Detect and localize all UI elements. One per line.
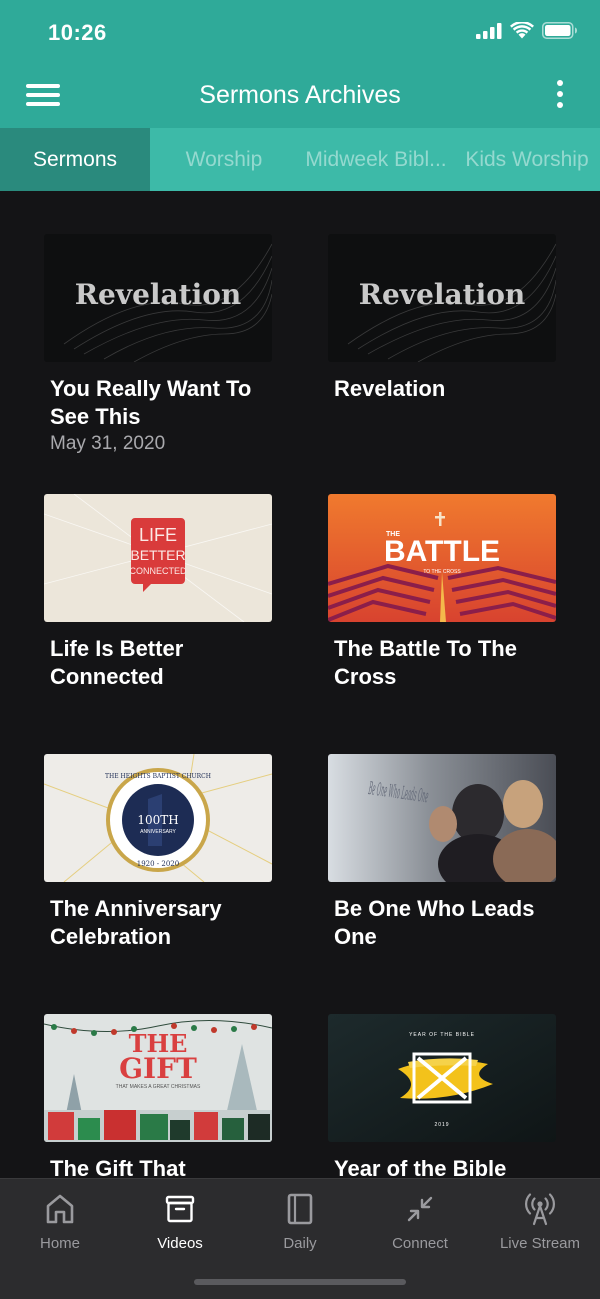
sermon-thumbnail[interactable]: THE HEIGHTS BAPTIST CHURCH 100TH ANNIVER… <box>44 754 272 882</box>
nav-label: Home <box>39 1235 80 1252</box>
nav-videos[interactable]: Videos <box>120 1191 240 1252</box>
nav-label: Live Stream <box>499 1235 581 1252</box>
title-bar: Sermons Archives <box>0 66 600 128</box>
connect-icon <box>407 1196 433 1222</box>
thumbnail-text: THE HEIGHTS BAPTIST CHURCH <box>105 773 211 780</box>
sermon-date: May 31, 2020 <box>50 433 166 454</box>
sermon-thumbnail[interactable]: THE BATTLE TO THE CROSS <box>328 494 556 622</box>
thumbnail-text: YEAR OF THE BIBLE <box>409 1032 475 1038</box>
home-icon <box>46 1194 74 1224</box>
sermon-title[interactable]: Life Is Better Connected <box>50 635 272 691</box>
nav-home[interactable]: Home <box>0 1191 120 1252</box>
nav-label: Videos <box>157 1235 203 1252</box>
more-options-icon[interactable] <box>554 80 566 112</box>
sermon-thumbnail[interactable]: Be One Who Leads One <box>328 754 556 882</box>
thumbnail-text: 1920 - 2020 <box>137 860 179 868</box>
sermon-card[interactable]: THE GIFT THAT MAKES A GREAT CHRISTMAS Th… <box>44 1014 272 1183</box>
book-icon <box>287 1193 313 1225</box>
home-indicator[interactable] <box>194 1279 406 1285</box>
tab-kids-worship[interactable]: Kids Worship <box>454 128 600 191</box>
thumbnail-text: THAT MAKES A GREAT CHRISTMAS <box>116 1084 201 1090</box>
sermon-card[interactable]: YEAR OF THE BIBLE 2019 Year of the Bible <box>328 1014 556 1183</box>
nav-label: Daily <box>283 1235 317 1252</box>
cellular-signal-icon <box>476 22 502 39</box>
category-tabs: Sermons Worship Midweek Bibl... Kids Wor… <box>0 128 600 191</box>
page-title: Sermons Archives <box>199 81 401 109</box>
sermon-card[interactable]: Be One Who Leads One Be One Who Leads On… <box>328 754 556 951</box>
sermon-thumbnail[interactable]: Revelation <box>44 234 272 362</box>
thumbnail-title: BATTLE <box>384 535 500 568</box>
thumbnail-title: 100TH <box>137 813 178 827</box>
sermon-card[interactable]: Revelation You Really Want To See This M… <box>44 234 272 455</box>
sermon-title[interactable]: Be One Who Leads One <box>334 895 556 951</box>
sermon-title[interactable]: The Battle To The Cross <box>334 635 556 691</box>
battery-icon <box>542 22 577 39</box>
status-bar: 10:26 <box>0 0 600 66</box>
nav-connect[interactable]: Connect <box>360 1191 480 1252</box>
sermon-thumbnail[interactable]: Revelation <box>328 234 556 362</box>
sermon-title[interactable]: Revelation <box>334 375 556 403</box>
status-time: 10:26 <box>48 20 107 45</box>
tab-sermons[interactable]: Sermons <box>0 128 150 191</box>
videos-icon <box>165 1195 195 1223</box>
broadcast-icon <box>525 1193 555 1226</box>
status-icons <box>476 22 578 39</box>
thumbnail-text: ANNIVERSARY <box>140 829 176 835</box>
thumbnail-title: GIFT <box>119 1052 197 1085</box>
thumbnail-text: BETTER <box>130 547 185 563</box>
thumbnail-text: CONNECTED <box>129 566 187 576</box>
tab-worship[interactable]: Worship <box>150 128 298 191</box>
thumbnail-title: Revelation <box>359 278 526 311</box>
sermon-title[interactable]: The Anniversary Celebration <box>50 895 272 951</box>
nav-label: Connect <box>392 1235 448 1252</box>
nav-daily[interactable]: Daily <box>240 1191 360 1252</box>
thumbnail-title: Revelation <box>75 278 242 311</box>
sermon-card[interactable]: THE BATTLE TO THE CROSS The Battle To Th… <box>328 494 556 691</box>
thumbnail-text: TO THE CROSS <box>423 569 461 575</box>
sermon-card[interactable]: THE HEIGHTS BAPTIST CHURCH 100TH ANNIVER… <box>44 754 272 951</box>
sermon-thumbnail[interactable]: THE GIFT THAT MAKES A GREAT CHRISTMAS <box>44 1014 272 1142</box>
thumbnail-text: LIFE <box>139 525 177 545</box>
thumbnail-text: 2019 <box>434 1122 449 1128</box>
sermon-thumbnail[interactable]: YEAR OF THE BIBLE 2019 <box>328 1014 556 1142</box>
nav-live-stream[interactable]: Live Stream <box>480 1191 600 1252</box>
app-header: 10:26 Sermons Archives <box>0 0 600 128</box>
sermon-thumbnail[interactable]: LIFE BETTER CONNECTED <box>44 494 272 622</box>
sermon-title[interactable]: You Really Want To See This <box>50 375 272 431</box>
tab-midweek-bible[interactable]: Midweek Bibl... <box>298 128 454 191</box>
sermon-card[interactable]: LIFE BETTER CONNECTED Life Is Better Con… <box>44 494 272 691</box>
wifi-icon <box>510 22 534 39</box>
sermon-card[interactable]: Revelation Revelation <box>328 234 556 403</box>
